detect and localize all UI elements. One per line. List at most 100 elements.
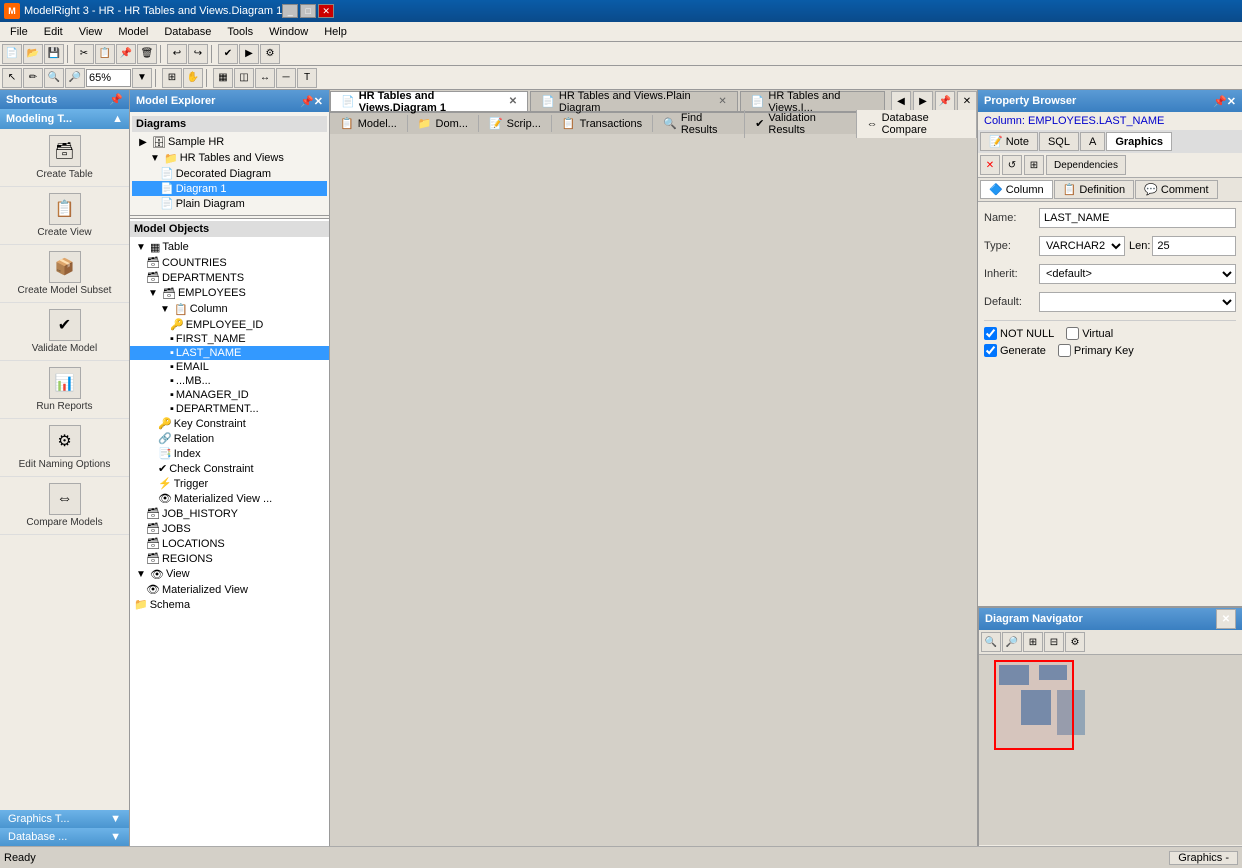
tab-diagram1-close[interactable]: ✕: [509, 96, 517, 107]
pb-tab-note[interactable]: 📝 Note: [980, 132, 1038, 151]
tab-close-all[interactable]: ✕: [957, 91, 977, 111]
tree-last-name[interactable]: ▪ LAST_NAME: [130, 346, 329, 360]
tb-line[interactable]: ─: [276, 68, 296, 88]
menu-model[interactable]: Model: [110, 24, 156, 40]
bottom-tab-dom[interactable]: 📁 Dom...: [408, 115, 479, 132]
tree-hr-tables[interactable]: ▼ 📁 HR Tables and Views: [132, 150, 327, 166]
pb-close-btn[interactable]: ✕: [980, 155, 1000, 175]
tb-zoom-out[interactable]: 🔎: [65, 68, 85, 88]
shortcut-run-reports[interactable]: 📊 Run Reports: [0, 361, 129, 419]
tb-redo[interactable]: ↪: [188, 44, 208, 64]
tree-countries[interactable]: 🗃 COUNTRIES: [130, 255, 329, 270]
tb-hand[interactable]: ✋: [183, 68, 203, 88]
tb-settings[interactable]: ⚙: [260, 44, 280, 64]
tree-obj-table[interactable]: ▼ ▦ Table: [130, 239, 329, 255]
shortcut-validate-model[interactable]: ✔ Validate Model: [0, 303, 129, 361]
tree-column[interactable]: ▼ 📋 Column: [130, 301, 329, 317]
tab-plain-close[interactable]: ✕: [718, 96, 726, 107]
tb-zoom-in[interactable]: 🔍: [44, 68, 64, 88]
dn-grid[interactable]: ⊟: [1044, 632, 1064, 652]
pb-subtab-definition[interactable]: 📋 Definition: [1054, 180, 1135, 199]
pb-not-null-label[interactable]: NOT NULL: [984, 327, 1054, 340]
tab-hr-tables[interactable]: 📄 HR Tables and Views.I...: [740, 91, 885, 111]
shortcut-create-model-subset[interactable]: 📦 Create Model Subset: [0, 245, 129, 303]
pb-tab-graphics[interactable]: Graphics: [1106, 132, 1172, 151]
tb-new[interactable]: 📄: [2, 44, 22, 64]
tree-plain-diagram[interactable]: 📄 Plain Diagram: [132, 196, 327, 211]
tree-department[interactable]: ▪ DEPARTMENT...: [130, 402, 329, 416]
tb-open[interactable]: 📂: [23, 44, 43, 64]
tb-select[interactable]: ↖: [2, 68, 22, 88]
tree-relation[interactable]: 🔗 Relation: [130, 431, 329, 446]
tree-manager-id[interactable]: ▪ MANAGER_ID: [130, 388, 329, 402]
tb-paste[interactable]: 📌: [116, 44, 136, 64]
maximize-button[interactable]: □: [300, 4, 316, 18]
dn-zoom-out[interactable]: 🔎: [1002, 632, 1022, 652]
nav-mini-canvas[interactable]: [979, 655, 1242, 845]
pb-len-input[interactable]: [1152, 236, 1236, 256]
tree-schema[interactable]: 📁 Schema: [130, 597, 329, 612]
tb-delete[interactable]: 🗑: [137, 44, 157, 64]
tree-key-constraint[interactable]: 🔑 Key Constraint: [130, 416, 329, 431]
pb-tab-sql[interactable]: SQL: [1039, 132, 1079, 151]
tree-employee-id[interactable]: 🔑 EMPLOYEE_ID: [130, 317, 329, 332]
tab-scroll-left[interactable]: ◀: [891, 91, 911, 111]
tb-save[interactable]: 💾: [44, 44, 64, 64]
tree-view[interactable]: ▼ 👁 View: [130, 566, 329, 582]
shortcut-create-view[interactable]: 📋 Create View: [0, 187, 129, 245]
pb-virtual-label[interactable]: Virtual: [1066, 327, 1113, 340]
tree-trigger[interactable]: ⚡ Trigger: [130, 476, 329, 491]
tab-plain-diagram[interactable]: 📄 HR Tables and Views.Plain Diagram ✕: [530, 91, 738, 111]
dn-options[interactable]: ⚙: [1065, 632, 1085, 652]
tab-scroll-right[interactable]: ▶: [913, 91, 933, 111]
dn-fit[interactable]: ⊞: [1023, 632, 1043, 652]
bottom-tab-db-compare[interactable]: ⇔ Database Compare: [857, 110, 977, 138]
tab-diagram1[interactable]: 📄 HR Tables and Views.Diagram 1 ✕: [330, 91, 528, 111]
tree-first-name[interactable]: ▪ FIRST_NAME: [130, 332, 329, 346]
tb-text[interactable]: T: [297, 68, 317, 88]
database-toggle[interactable]: Database ... ▼: [0, 828, 129, 846]
pb-not-null-checkbox[interactable]: [984, 327, 997, 340]
pb-primary-key-checkbox[interactable]: [1058, 344, 1071, 357]
pb-type-select[interactable]: VARCHAR2 NUMBER DATE: [1039, 236, 1125, 256]
tb-undo[interactable]: ↩: [167, 44, 187, 64]
menu-view[interactable]: View: [71, 24, 111, 40]
pb-name-input[interactable]: [1039, 208, 1236, 228]
shortcut-compare-models[interactable]: ⇔ Compare Models: [0, 477, 129, 535]
bottom-tab-transactions[interactable]: 📋 Transactions: [552, 115, 653, 132]
tree-sample-hr[interactable]: ▶ 🗄 Sample HR: [132, 134, 327, 150]
dn-close[interactable]: ✕: [1216, 609, 1236, 629]
tree-index[interactable]: 📑 Index: [130, 446, 329, 461]
menu-database[interactable]: Database: [156, 24, 219, 40]
tree-locations[interactable]: 🗃 LOCATIONS: [130, 536, 329, 551]
tab-pin[interactable]: 📌: [935, 91, 955, 111]
tb-view[interactable]: ◫: [234, 68, 254, 88]
pb-generate-label[interactable]: Generate: [984, 344, 1046, 357]
menu-file[interactable]: File: [2, 24, 36, 40]
pb-subtab-column[interactable]: 🔷 Column: [980, 180, 1053, 199]
pb-virtual-checkbox[interactable]: [1066, 327, 1079, 340]
tree-mb[interactable]: ▪ ...MB...: [130, 374, 329, 388]
tb-cut[interactable]: ✂: [74, 44, 94, 64]
tb-copy[interactable]: 📋: [95, 44, 115, 64]
tb-run[interactable]: ▶: [239, 44, 259, 64]
pb-primary-key-label[interactable]: Primary Key: [1058, 344, 1134, 357]
tree-jobs[interactable]: 🗃 JOBS: [130, 521, 329, 536]
menu-help[interactable]: Help: [316, 24, 355, 40]
shortcut-edit-naming[interactable]: ⚙ Edit Naming Options: [0, 419, 129, 477]
pb-default-select[interactable]: [1039, 292, 1236, 312]
pb-grid-btn[interactable]: ⊞: [1024, 155, 1044, 175]
tree-departments[interactable]: 🗃 DEPARTMENTS: [130, 270, 329, 285]
dn-zoom-in[interactable]: 🔍: [981, 632, 1001, 652]
tb-fit[interactable]: ⊞: [162, 68, 182, 88]
pb-inherit-select[interactable]: <default>: [1039, 264, 1236, 284]
menu-edit[interactable]: Edit: [36, 24, 71, 40]
bottom-tab-validation[interactable]: ✔ Validation Results: [745, 110, 856, 138]
bottom-tab-model[interactable]: 📋 Model...: [330, 115, 408, 132]
pb-subtab-comment[interactable]: 💬 Comment: [1135, 180, 1217, 199]
tree-email[interactable]: ▪ EMAIL: [130, 360, 329, 374]
pb-generate-checkbox[interactable]: [984, 344, 997, 357]
tb-zoom-dropdown[interactable]: ▼: [132, 68, 152, 88]
pb-dependencies-btn[interactable]: Dependencies: [1046, 155, 1126, 175]
menu-window[interactable]: Window: [261, 24, 316, 40]
